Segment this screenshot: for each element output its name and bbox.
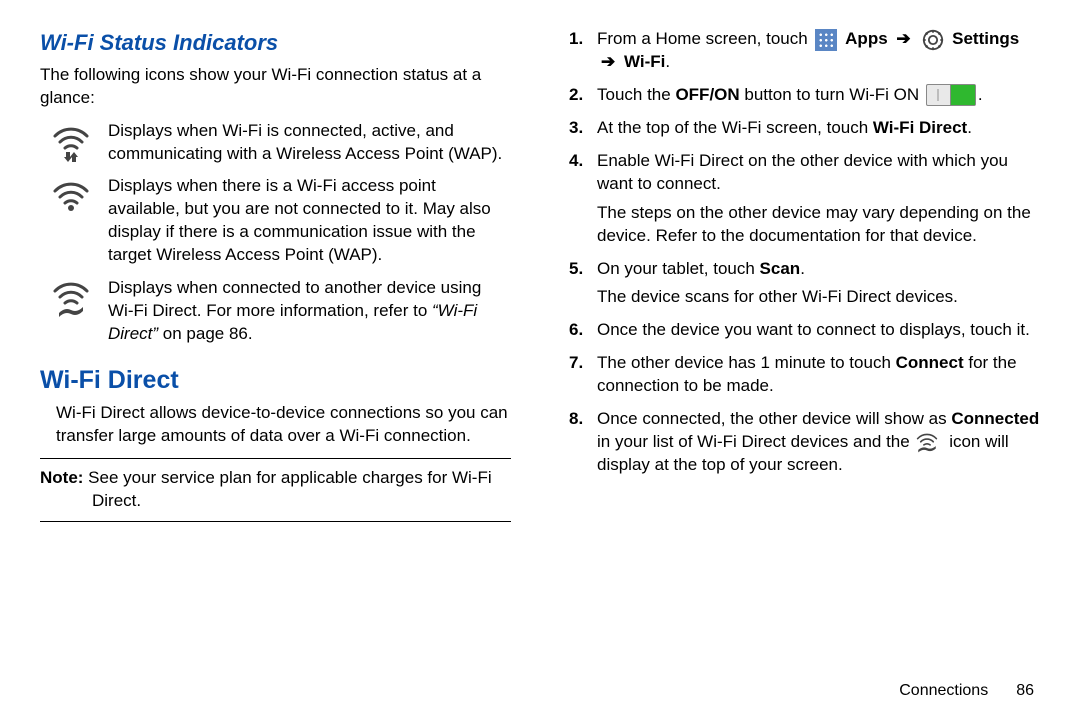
step-2: Touch the OFF/ON button to turn Wi-Fi ON… [569, 84, 1040, 107]
s4p: The steps on the other device may vary d… [597, 202, 1040, 248]
direct-text-a: Displays when connected to another devic… [108, 278, 481, 320]
heading-wifi-direct: Wi-Fi Direct [40, 364, 511, 398]
s6: Once the device you want to connect to d… [597, 320, 1030, 339]
step-3: At the top of the Wi-Fi screen, touch Wi… [569, 117, 1040, 140]
s3a: At the top of the Wi-Fi screen, touch [597, 118, 873, 137]
note-block: Note: See your service plan for applicab… [40, 467, 511, 513]
wifi-direct-icon [914, 433, 940, 453]
s8a: Once connected, the other device will sh… [597, 409, 951, 428]
two-column-layout: Wi-Fi Status Indicators The following ic… [40, 28, 1040, 674]
divider-bottom [40, 521, 511, 522]
steps-list: From a Home screen, touch Apps ➔ [569, 28, 1040, 477]
s1a: From a Home screen, touch [597, 29, 812, 48]
wifi-active-icon [50, 120, 92, 166]
wifi-direct-intro: Wi-Fi Direct allows device-to-device con… [56, 402, 511, 448]
status-row-direct: Displays when connected to another devic… [50, 277, 511, 346]
period: . [967, 118, 972, 137]
s8c: in your list of Wi-Fi Direct devices and… [597, 432, 914, 451]
s5a: On your tablet, touch [597, 259, 760, 278]
heading-status-indicators: Wi-Fi Status Indicators [40, 28, 511, 58]
s7b: Connect [896, 353, 964, 372]
note-label: Note: [40, 468, 83, 487]
footer-page: 86 [1016, 680, 1034, 702]
s5b: Scan [760, 259, 801, 278]
period: . [978, 85, 983, 104]
s2-offon: OFF/ON [675, 85, 739, 104]
apps-icon [815, 29, 837, 51]
arrow-icon: ➔ [601, 52, 615, 71]
s4: Enable Wi-Fi Direct on the other device … [597, 151, 1008, 193]
period: . [665, 52, 670, 71]
s1-apps: Apps [845, 29, 892, 48]
s2a: Touch the [597, 85, 675, 104]
step-7: The other device has 1 minute to touch C… [569, 352, 1040, 398]
status-row-connected: Displays when Wi-Fi is connected, active… [50, 120, 511, 166]
s8b: Connected [951, 409, 1039, 428]
step-1: From a Home screen, touch Apps ➔ [569, 28, 1040, 74]
step-5: On your tablet, touch Scan. The device s… [569, 258, 1040, 310]
status-intro: The following icons show your Wi-Fi conn… [40, 64, 511, 110]
page-footer: Connections 86 [40, 680, 1040, 702]
s1-wifi: Wi-Fi [624, 52, 665, 71]
s2b: button to turn Wi-Fi ON [740, 85, 924, 104]
step-6: Once the device you want to connect to d… [569, 319, 1040, 342]
divider-top [40, 458, 511, 459]
footer-section: Connections [899, 680, 988, 702]
s5p: The device scans for other Wi-Fi Direct … [597, 286, 1040, 309]
settings-icon [922, 29, 944, 51]
status-text-connected: Displays when Wi-Fi is connected, active… [108, 120, 511, 166]
s7a: The other device has 1 minute to touch [597, 353, 896, 372]
arrow-icon: ➔ [896, 29, 910, 48]
direct-text-b: on page 86. [158, 324, 253, 343]
status-text-direct: Displays when connected to another devic… [108, 277, 511, 346]
toggle-on-icon [926, 84, 976, 106]
status-text-available: Displays when there is a Wi-Fi access po… [108, 175, 511, 267]
s3b: Wi-Fi Direct [873, 118, 967, 137]
wifi-available-icon [50, 175, 92, 267]
right-column: From a Home screen, touch Apps ➔ [569, 28, 1040, 674]
step-4: Enable Wi-Fi Direct on the other device … [569, 150, 1040, 248]
s1-settings: Settings [952, 29, 1019, 48]
period: . [800, 259, 805, 278]
left-column: Wi-Fi Status Indicators The following ic… [40, 28, 511, 674]
note-text: See your service plan for applicable cha… [83, 468, 491, 510]
step-8: Once connected, the other device will sh… [569, 408, 1040, 477]
wifi-direct-icon [50, 277, 92, 346]
manual-page: Wi-Fi Status Indicators The following ic… [0, 0, 1080, 720]
status-row-available: Displays when there is a Wi-Fi access po… [50, 175, 511, 267]
